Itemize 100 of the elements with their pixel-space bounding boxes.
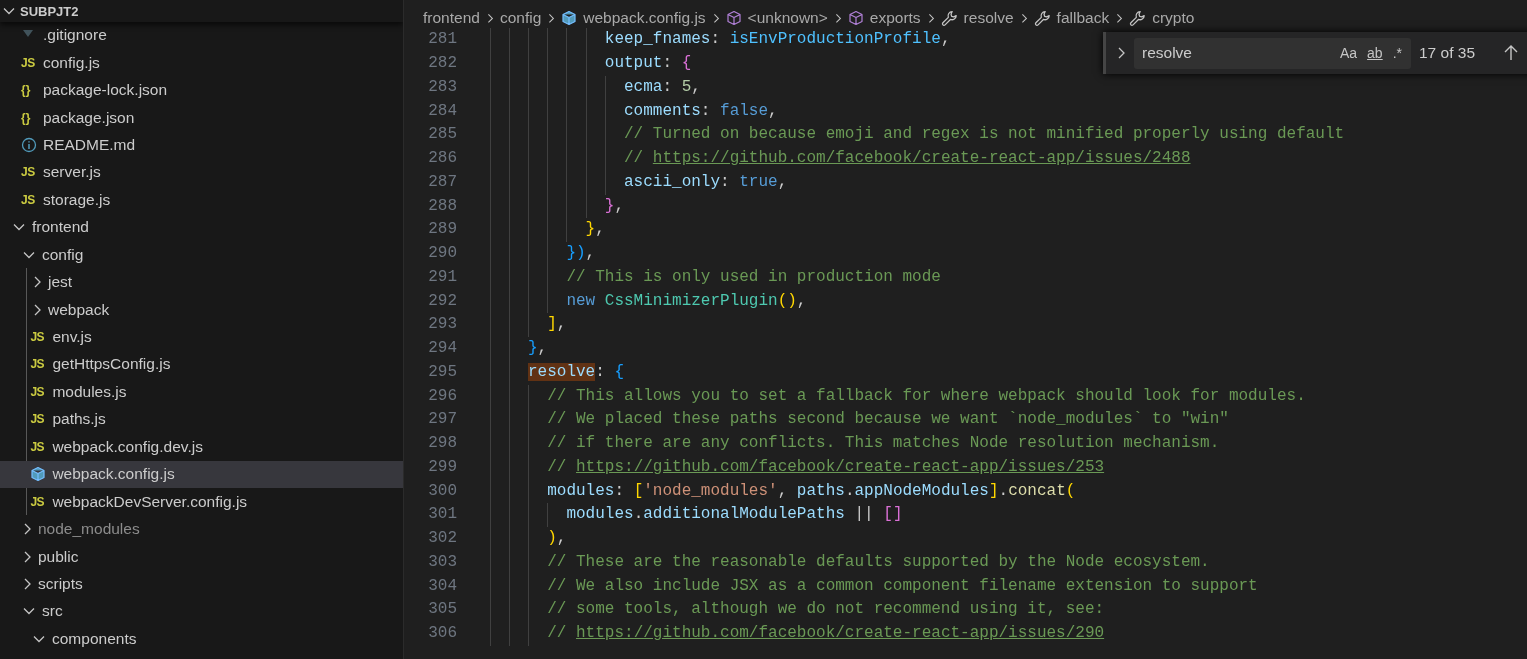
link[interactable]: https://github.com/facebook/create-react-app/issues/290 — [576, 624, 1105, 643]
breadcrumb-item[interactable]: frontend — [423, 9, 480, 28]
js-icon: JS — [21, 192, 36, 207]
tree-item[interactable]: JS webpack.config.dev.js — [0, 433, 403, 461]
tree-item[interactable]: webpack.config.js — [0, 460, 403, 488]
code-line: // This allows you to set a fallback for where webpack should look for modules. — [470, 384, 1306, 409]
code-line: modules.additionalModulePaths || [] — [470, 503, 903, 528]
find-option-button[interactable]: Aa — [1335, 43, 1362, 63]
code-line: // This is only used in production mode — [470, 265, 941, 290]
js-icon: JS — [30, 412, 46, 427]
code-line: // https://github.com/facebook/create-react-app/issues/253 — [470, 455, 1105, 480]
js-icon: JS — [30, 330, 46, 345]
js-icon: JS — [30, 439, 46, 454]
breadcrumb-item[interactable]: resolve — [940, 9, 1014, 28]
code-line: ], — [470, 313, 567, 338]
code-line: ), — [470, 527, 567, 551]
breadcrumb-item[interactable]: crypto — [1129, 9, 1195, 28]
tree-item[interactable]: webpack — [0, 295, 403, 324]
code-line: output: { — [470, 52, 692, 76]
code-line: // https://github.com/facebook/create-react-app/issues/2488 — [470, 147, 1191, 171]
code-line: }, — [470, 194, 625, 219]
workspace-header[interactable]: SUBPJT2 — [0, 0, 403, 22]
code-line: ascii_only: true, — [470, 170, 788, 195]
tree-item[interactable]: node_modules — [0, 515, 403, 543]
code-line: ecma: 5, — [470, 75, 701, 100]
code-line: // if there are any conflicts. This matches Node resolution mechanism. — [470, 432, 1220, 456]
tree-item[interactable]: jest — [0, 268, 403, 296]
js-icon: JS — [21, 165, 36, 180]
braces-icon: {} — [21, 110, 36, 125]
code-line: // Turned on because emoji and regex is not minified properly using default — [470, 123, 1345, 148]
braces-icon: {} — [21, 83, 36, 98]
code-line: // These are the reasonable defaults supported by the Node ecosystem. — [470, 550, 1210, 575]
code-line: // We also include JSX as a common component filename extension to support — [470, 574, 1258, 599]
match-count: 17 of 35 — [1419, 44, 1476, 62]
line-number: 306 — [427, 623, 457, 645]
tree-item[interactable]: JS paths.js — [0, 405, 403, 434]
line-number: 286 — [427, 148, 457, 170]
code-line: new CssMinimizerPlugin(), — [470, 289, 807, 314]
line-number: 303 — [427, 551, 457, 573]
code-line: modules: ['node_modules', paths.appNodeModules].concat( — [470, 479, 1076, 504]
line-number: 299 — [427, 456, 457, 478]
line-number: 302 — [427, 528, 457, 550]
tree-item[interactable]: JS modules.js — [0, 378, 403, 406]
js-icon: JS — [30, 384, 46, 399]
code-line: }, — [470, 337, 548, 361]
js-icon: JS — [30, 357, 46, 372]
tree-item[interactable]: scripts — [0, 570, 403, 598]
tree-item[interactable]: JS config.js — [0, 48, 403, 77]
line-number: 292 — [427, 290, 457, 312]
code-line: }, — [470, 218, 605, 243]
line-number: 288 — [427, 195, 457, 217]
tree-item[interactable]: JS getHttpsConfig.js — [0, 350, 403, 379]
line-number: 296 — [427, 385, 457, 407]
tree-item[interactable]: JS server.js — [0, 158, 403, 187]
line-number: 297 — [427, 409, 457, 431]
line-number: 300 — [427, 480, 457, 502]
breadcrumb-item[interactable]: webpack.config.js — [561, 9, 706, 28]
line-number: 284 — [427, 100, 457, 122]
tree-item[interactable]: {} package-lock.json — [0, 76, 403, 104]
tree-item[interactable]: .gitignore — [0, 21, 403, 49]
line-number: 294 — [427, 338, 457, 360]
tree-item[interactable]: components — [0, 625, 403, 653]
tree-item[interactable]: {} package.json — [0, 103, 403, 132]
line-number: 289 — [427, 219, 457, 241]
breadcrumb-item[interactable]: config — [499, 9, 542, 28]
link[interactable]: https://github.com/facebook/create-react-app/issues/2488 — [652, 149, 1191, 168]
code-line: resolve: { — [470, 360, 625, 385]
tree-item[interactable]: JS webpackDevServer.config.js — [0, 487, 403, 516]
find-field[interactable]: resolve Aa ab .* — [1134, 37, 1411, 69]
line-number: 305 — [427, 599, 457, 621]
tree-item[interactable]: src — [0, 597, 403, 626]
line-number: 291 — [427, 266, 457, 288]
line-number: 298 — [427, 433, 457, 455]
find-option-button[interactable]: ab — [1363, 43, 1387, 63]
breadcrumb-item[interactable]: exports — [847, 9, 921, 28]
tree-item[interactable]: JS storage.js — [0, 186, 403, 214]
line-number: 281 — [427, 29, 457, 51]
tree-item[interactable]: README.md — [0, 131, 403, 159]
tree-item[interactable]: JS env.js — [0, 323, 403, 351]
code-line: // some tools, although we do not recommend using it, see: — [470, 598, 1105, 623]
code-line: // We placed these paths second because we want `node_modules` to "win" — [470, 408, 1229, 433]
line-number: 293 — [427, 314, 457, 336]
link[interactable]: https://github.com/facebook/create-react-app/issues/253 — [576, 457, 1105, 476]
line-number: 285 — [427, 124, 457, 146]
code-line: }), — [470, 242, 596, 266]
js-icon: JS — [30, 494, 46, 509]
code-line: keep_fnames: isEnvProductionProfile, — [470, 28, 951, 53]
line-number: 287 — [427, 171, 457, 193]
tree-item[interactable]: frontend — [0, 213, 403, 241]
line-number: 290 — [427, 243, 457, 265]
breadcrumb-item[interactable]: <unknown> — [725, 9, 828, 28]
js-icon: JS — [21, 55, 36, 70]
line-number: 301 — [427, 504, 457, 526]
tree-item[interactable]: config — [0, 241, 403, 269]
line-number: 304 — [427, 575, 457, 597]
code-line: comments: false, — [470, 99, 778, 124]
line-number: 295 — [427, 361, 457, 383]
find-option-button[interactable]: .* — [1388, 43, 1406, 63]
breadcrumb-item[interactable]: fallback — [1033, 9, 1110, 28]
tree-item[interactable]: public — [0, 542, 403, 571]
